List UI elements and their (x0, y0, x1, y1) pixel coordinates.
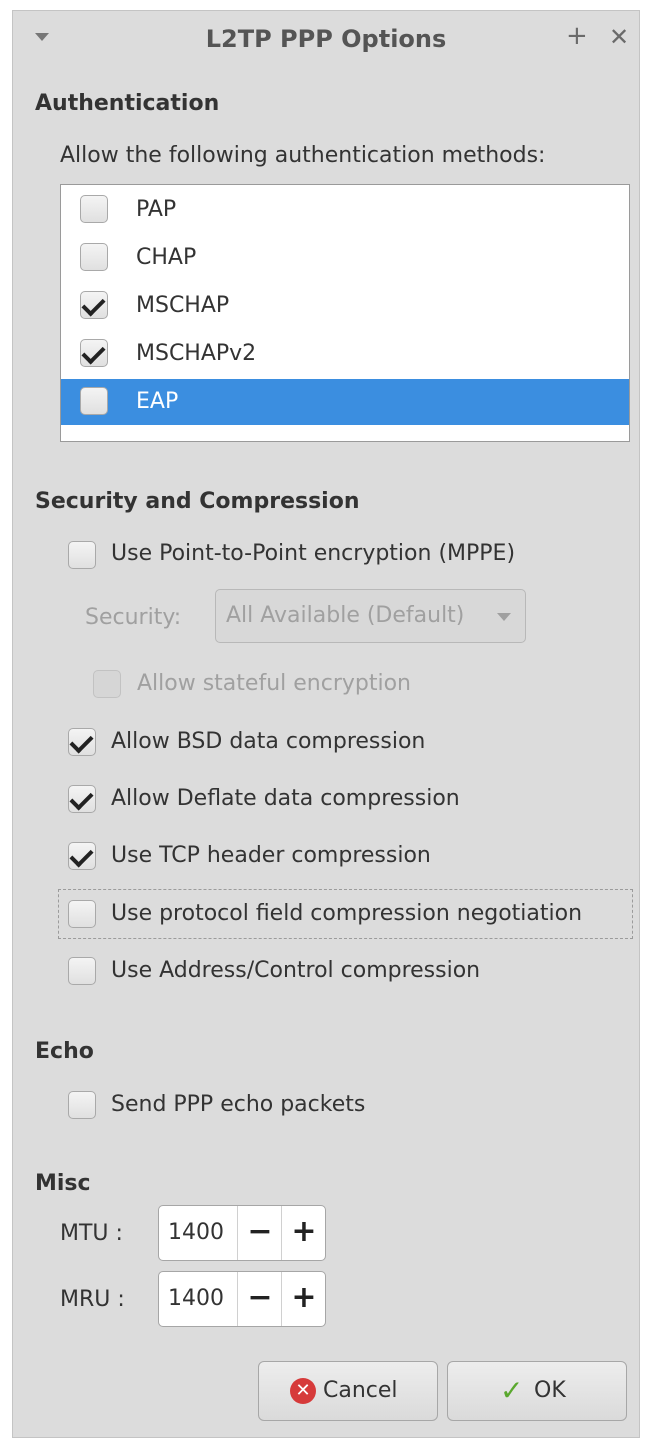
checkmark-icon (69, 729, 94, 754)
mschapv2-checkbox[interactable] (80, 339, 108, 367)
mtu-label: MTU : (60, 1221, 123, 1246)
deflate-label: Allow Deflate data compression (111, 786, 460, 811)
mppe-label: Use Point-to-Point encryption (MPPE) (111, 541, 516, 566)
ok-check-icon: ✓ (500, 1374, 524, 1407)
ok-button[interactable]: ✓ OK (447, 1361, 627, 1421)
pap-label: PAP (136, 197, 177, 222)
cancel-icon: ✕ (290, 1378, 316, 1404)
security-compression-heading: Security and Compression (35, 489, 360, 514)
misc-heading: Misc (35, 1171, 91, 1196)
eap-checkbox[interactable] (80, 387, 108, 415)
security-combo[interactable]: All Available (Default) (215, 589, 526, 643)
mschap-checkbox[interactable] (80, 291, 108, 319)
close-icon[interactable]: ✕ (609, 23, 629, 51)
add-icon[interactable]: + (566, 21, 588, 51)
chap-checkbox[interactable] (80, 243, 108, 271)
auth-method-mschapv2[interactable]: MSCHAPv2 (61, 331, 629, 377)
eap-label: EAP (136, 389, 179, 414)
echo-heading: Echo (35, 1039, 94, 1064)
address-control-checkbox[interactable] (68, 957, 96, 985)
send-echo-checkbox[interactable] (68, 1091, 96, 1119)
chap-label: CHAP (136, 245, 197, 270)
checkmark-icon (81, 340, 106, 365)
stateful-label: Allow stateful encryption (137, 671, 411, 696)
address-control-label: Use Address/Control compression (111, 958, 481, 983)
mru-value[interactable]: 1400 (168, 1286, 224, 1311)
mppe-checkbox[interactable] (68, 541, 96, 569)
mru-decrement-button[interactable]: − (237, 1272, 282, 1326)
cancel-button[interactable]: ✕ Cancel (258, 1361, 438, 1421)
mtu-value[interactable]: 1400 (168, 1220, 224, 1245)
ok-button-label: OK (534, 1378, 566, 1403)
checkmark-icon (69, 786, 94, 811)
mschapv2-label: MSCHAPv2 (136, 341, 257, 366)
auth-method-pap[interactable]: PAP (61, 187, 629, 233)
tcp-checkbox[interactable] (68, 842, 96, 870)
tcp-label: Use TCP header compression (111, 843, 431, 868)
window-title: L2TP PPP Options (205, 25, 447, 53)
mtu-spinbox[interactable]: 1400 − + (158, 1205, 326, 1261)
dropdown-arrow-icon (497, 613, 511, 621)
security-label: Security: (85, 605, 182, 630)
mru-spinbox[interactable]: 1400 − + (158, 1271, 326, 1327)
authentication-heading: Authentication (35, 91, 220, 116)
security-combo-value: All Available (Default) (226, 603, 465, 628)
cancel-button-label: Cancel (323, 1378, 398, 1403)
protocol-field-checkbox[interactable] (68, 900, 96, 928)
send-echo-label: Send PPP echo packets (111, 1092, 366, 1117)
mru-label: MRU : (60, 1287, 125, 1312)
auth-methods-label: Allow the following authentication metho… (60, 143, 546, 168)
stateful-checkbox[interactable] (93, 670, 121, 698)
bsd-label: Allow BSD data compression (111, 729, 426, 754)
mtu-increment-button[interactable]: + (281, 1206, 326, 1260)
bsd-checkbox[interactable] (68, 728, 96, 756)
auth-method-mschap[interactable]: MSCHAP (61, 283, 629, 329)
deflate-checkbox[interactable] (68, 785, 96, 813)
checkmark-icon (69, 843, 94, 868)
auth-methods-list[interactable]: PAP CHAP MSCHAP MSCHAPv2 EAP (60, 184, 630, 442)
auth-method-eap[interactable]: EAP (61, 379, 629, 425)
mtu-decrement-button[interactable]: − (237, 1206, 282, 1260)
pap-checkbox[interactable] (80, 195, 108, 223)
mschap-label: MSCHAP (136, 293, 230, 318)
auth-method-chap[interactable]: CHAP (61, 235, 629, 281)
checkmark-icon (81, 292, 106, 317)
title-bar: L2TP PPP Options + ✕ (13, 11, 639, 67)
protocol-field-label: Use protocol field compression negotiati… (111, 901, 583, 926)
l2tp-ppp-options-dialog: L2TP PPP Options + ✕ Authentication Allo… (12, 10, 640, 1438)
mru-increment-button[interactable]: + (281, 1272, 326, 1326)
